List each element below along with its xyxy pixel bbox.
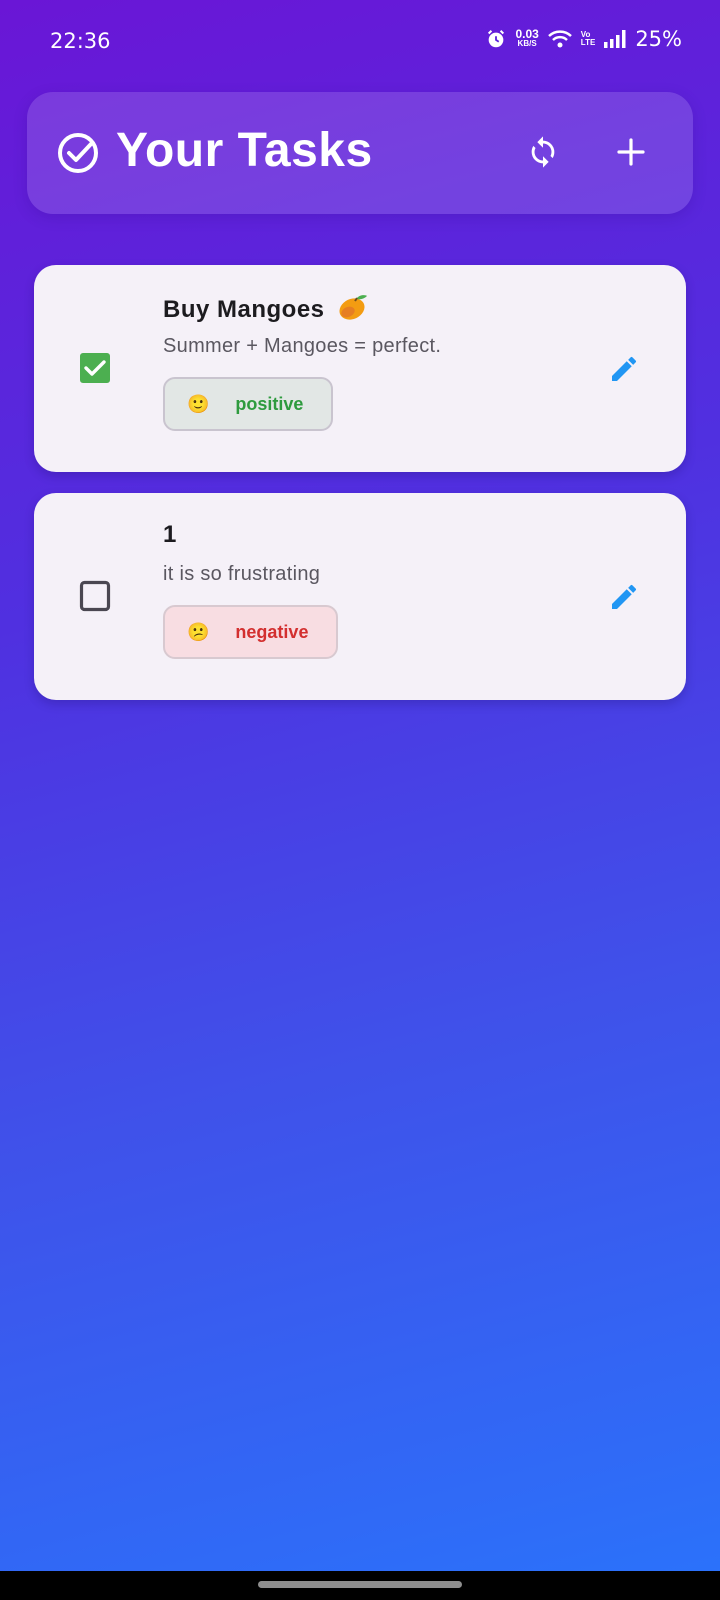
volte-indicator: Vo LTE (580, 30, 596, 47)
pencil-icon (608, 584, 640, 617)
confused-emoji-icon: 😕 (187, 621, 210, 642)
status-bar: 22:36 0.03 KB/S Vo LTE 25% (0, 0, 720, 80)
refresh-button[interactable] (521, 132, 565, 176)
task-description: Summer + Mangoes = perfect. (163, 335, 442, 357)
check-circle-icon (57, 132, 99, 179)
edit-button[interactable] (608, 353, 640, 385)
sentiment-label: positive (235, 393, 304, 414)
home-gesture-handle[interactable] (258, 1581, 462, 1588)
task-title: Buy Mangoes (163, 293, 368, 328)
net-speed: 0.03 KB/S (515, 27, 539, 48)
edit-button[interactable] (608, 581, 640, 613)
add-task-button[interactable] (609, 132, 653, 176)
page-title: Your Tasks (116, 124, 373, 177)
battery-level: 25% (635, 27, 682, 51)
alarm-icon (485, 28, 507, 50)
task-card[interactable]: 1 it is so frustrating 😕 negative (34, 493, 686, 700)
pencil-icon (608, 356, 640, 389)
task-checkbox-checked[interactable] (79, 352, 111, 384)
app-header: Your Tasks (27, 92, 693, 214)
task-card[interactable]: Buy Mangoes Summer + Mangoes = perfect. … (34, 265, 686, 472)
sentiment-badge: 🙂 positive (163, 377, 333, 431)
refresh-icon (526, 135, 560, 174)
task-description: it is so frustrating (163, 563, 321, 585)
status-time: 22:36 (50, 29, 111, 53)
mango-icon (338, 293, 368, 328)
sentiment-badge: 😕 negative (163, 605, 338, 659)
smile-emoji-icon: 🙂 (187, 393, 210, 414)
status-icons: 0.03 KB/S Vo LTE 25% (485, 27, 682, 51)
signal-icon (603, 29, 627, 49)
system-nav-bar (0, 1571, 720, 1600)
wifi-icon (547, 28, 573, 50)
task-title: 1 (163, 521, 177, 548)
plus-icon (616, 137, 646, 172)
sentiment-label: negative (235, 621, 309, 642)
task-checkbox-unchecked[interactable] (79, 580, 111, 612)
